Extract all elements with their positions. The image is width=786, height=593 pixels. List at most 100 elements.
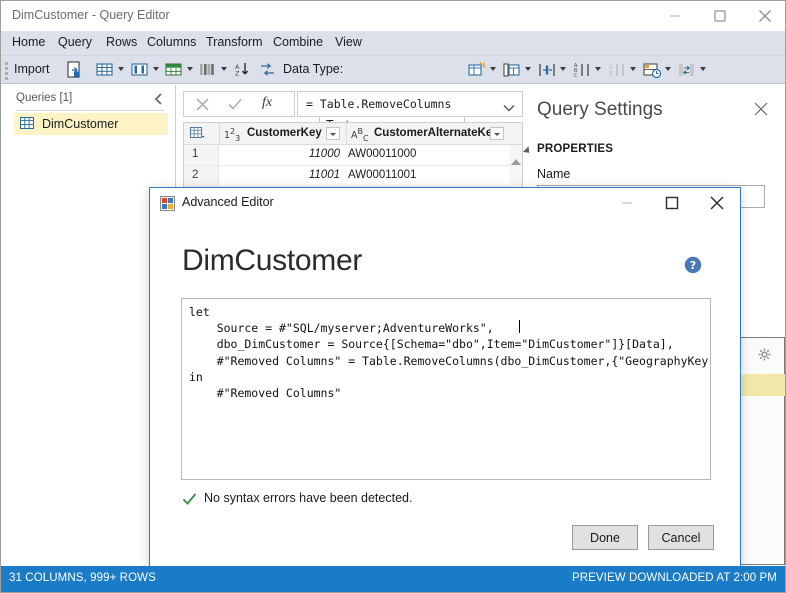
menu-item-rows[interactable]: Rows	[106, 35, 137, 49]
fx-icon[interactable]: fx	[262, 95, 272, 111]
formula-bar: fx = Table.RemoveColumns	[183, 91, 523, 117]
collapse-left-icon[interactable]	[152, 92, 166, 106]
append-queries-icon[interactable]	[502, 60, 524, 80]
transpose-caret-icon[interactable]	[700, 67, 706, 71]
advanced-editor-dialog: Advanced Editor DimCustomer ? let Source…	[149, 187, 741, 567]
keep-remove-rows-caret-icon[interactable]	[153, 67, 159, 71]
format-text-caret-icon[interactable]	[595, 67, 601, 71]
window-maximize-button[interactable]	[697, 1, 742, 30]
merge-queries-caret-icon[interactable]	[490, 67, 496, 71]
grid-header-row: 123 CustomerKey ABC CustomerAlternateKey	[184, 123, 522, 145]
m-code-editor[interactable]: let Source = #"SQL/myserver;AdventureWor…	[181, 298, 711, 480]
grid-cell-customerkey: 11001	[308, 169, 340, 181]
menu-item-transform[interactable]: Transform	[206, 35, 263, 49]
query-name-label: Name	[537, 167, 571, 181]
text-type-icon: ABC	[351, 127, 369, 144]
m-code-text: let Source = #"SQL/myserver;AdventureWor…	[189, 305, 711, 401]
ribbon-toolbar: Import A Z Data Type: A B C 1 2	[1, 56, 785, 135]
query-list-item-dimcustomer[interactable]: DimCustomer	[14, 113, 168, 135]
dialog-titlebar: Advanced Editor	[150, 188, 740, 218]
svg-text:Z: Z	[235, 70, 240, 78]
use-first-row-header-icon[interactable]	[164, 60, 186, 80]
transpose-icon[interactable]	[677, 60, 699, 80]
queries-pane-header: Queries [1]	[16, 92, 73, 104]
formula-text: = Table.RemoveColumns	[306, 97, 452, 111]
statusbar-preview-time: PREVIEW DOWNLOADED AT 2:00 PM	[571, 572, 777, 584]
dialog-close-button[interactable]	[694, 188, 739, 217]
whole-number-type-icon: 123	[224, 127, 241, 144]
open-external-icon[interactable]	[65, 60, 87, 80]
group-by-icon[interactable]	[198, 60, 220, 80]
green-check-icon	[182, 492, 197, 507]
menu-item-view[interactable]: View	[335, 35, 362, 49]
advanced-editor-icon	[160, 196, 175, 211]
toolbar-grip-handle[interactable]	[5, 62, 8, 80]
format-text-icon[interactable]: A B C	[572, 60, 594, 80]
grid-row-number: 2	[184, 166, 219, 186]
append-queries-caret-icon[interactable]	[525, 67, 531, 71]
formula-input[interactable]: = Table.RemoveColumns	[297, 91, 523, 117]
table-icon	[20, 117, 35, 136]
merge-queries-icon[interactable]	[467, 60, 489, 80]
cancel-button[interactable]: Cancel	[648, 525, 714, 550]
date-time-icon[interactable]	[642, 60, 664, 80]
grid-column-header-label: CustomerKey	[247, 127, 322, 139]
data-type-label: Data Type:	[283, 62, 344, 76]
dialog-minimize-button[interactable]	[604, 188, 649, 217]
use-first-row-header-caret-icon[interactable]	[187, 67, 193, 71]
replace-values-icon[interactable]	[258, 60, 280, 80]
queries-pane-divider	[16, 110, 164, 111]
grid-column-filter-customeralternatekey[interactable]	[490, 127, 504, 140]
window-titlebar: DimCustomer - Query Editor	[1, 1, 785, 31]
statusbar: 31 COLUMNS, 999+ ROWS PREVIEW DOWNLOADED…	[1, 566, 785, 592]
svg-text:1: 1	[609, 64, 613, 70]
cancel-x-icon[interactable]	[196, 98, 209, 116]
gear-icon[interactable]	[758, 348, 772, 362]
choose-columns-icon[interactable]	[95, 60, 117, 80]
sort-az-icon[interactable]: A Z	[232, 60, 254, 80]
choose-columns-caret-icon[interactable]	[118, 67, 124, 71]
dialog-maximize-button[interactable]	[649, 188, 694, 217]
menu-item-home[interactable]: Home	[12, 35, 45, 49]
grid-cell-customeralternatekey: AW00011000	[348, 148, 417, 160]
syntax-status-text: No syntax errors have been detected.	[204, 491, 413, 505]
import-button[interactable]: Import	[14, 62, 49, 76]
grid-row[interactable]: 2 11001 AW00011001	[184, 166, 522, 187]
menu-item-query[interactable]: Query	[58, 35, 92, 49]
grid-column-header-label: CustomerAlternateKey	[374, 127, 499, 139]
keep-remove-rows-icon[interactable]	[130, 60, 152, 80]
number-column-icon[interactable]: 1 2	[607, 60, 629, 80]
grid-column-header-customerkey[interactable]: 123 CustomerKey	[220, 123, 347, 144]
grid-column-filter-customerkey[interactable]	[326, 127, 340, 140]
window-title: DimCustomer - Query Editor	[12, 8, 170, 22]
window-close-button[interactable]	[742, 1, 785, 30]
dialog-title: Advanced Editor	[182, 195, 274, 209]
done-button[interactable]: Done	[572, 525, 638, 550]
scroll-up-arrow-icon[interactable]	[511, 159, 521, 165]
grid-column-header-customeralternatekey[interactable]: ABC CustomerAlternateKey	[347, 123, 508, 144]
split-column-icon[interactable]	[537, 60, 559, 80]
grid-row-number: 1	[184, 145, 219, 165]
query-editor-window: DimCustomer - Query Editor Home Query Ro…	[0, 0, 786, 593]
svg-text:2: 2	[609, 71, 613, 77]
data-preview-grid: 123 CustomerKey ABC CustomerAlternateKey…	[183, 122, 523, 188]
svg-text:?: ?	[690, 259, 696, 272]
menu-item-combine[interactable]: Combine	[273, 35, 323, 49]
accept-check-icon[interactable]	[228, 98, 242, 116]
help-icon[interactable]: ?	[684, 256, 702, 274]
split-column-caret-icon[interactable]	[560, 67, 566, 71]
grid-cell-customerkey: 11000	[308, 148, 340, 160]
formula-bar-buttons: fx	[183, 91, 295, 117]
date-time-caret-icon[interactable]	[665, 67, 671, 71]
properties-expand-triangle-icon[interactable]	[522, 146, 533, 156]
group-by-caret-icon[interactable]	[221, 67, 227, 71]
grid-vertical-scrollbar[interactable]	[510, 145, 522, 187]
svg-text:C: C	[574, 73, 578, 79]
number-column-caret-icon[interactable]	[630, 67, 636, 71]
menu-item-columns[interactable]: Columns	[147, 35, 196, 49]
query-settings-close-icon[interactable]	[754, 102, 770, 118]
window-minimize-button[interactable]	[652, 1, 697, 30]
chevron-down-icon[interactable]	[503, 100, 515, 118]
select-all-table-icon[interactable]	[184, 123, 220, 144]
grid-row[interactable]: 1 11000 AW00011000	[184, 145, 522, 166]
